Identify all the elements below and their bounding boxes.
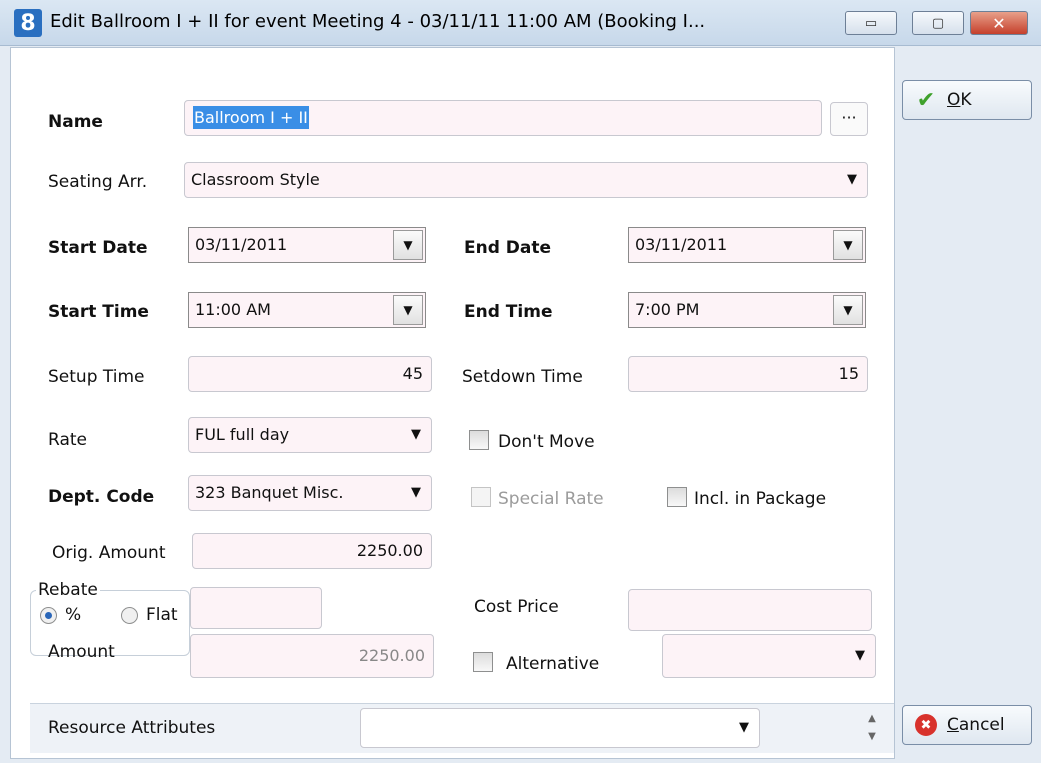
chevron-down-icon: ▼ [843, 238, 853, 252]
start-time-value: 11:00 AM [195, 300, 271, 319]
alternative-select[interactable]: ▼ [662, 634, 876, 678]
start-time-dropdown-button[interactable]: ▼ [393, 295, 423, 325]
resource-attributes-select[interactable]: ▼ [360, 708, 760, 748]
incl-package-label: Incl. in Package [694, 489, 827, 509]
dept-code-value: 323 Banquet Misc. [195, 483, 344, 502]
rebate-label: Rebate [36, 580, 100, 600]
title-bar[interactable]: 8 Edit Ballroom I + II for event Meeting… [0, 0, 1041, 46]
start-date-dropdown-button[interactable]: ▼ [393, 230, 423, 260]
minimize-button[interactable]: ▭ [845, 11, 897, 35]
alternative-label: Alternative [506, 654, 600, 674]
window-title: Edit Ballroom I + II for event Meeting 4… [50, 11, 706, 32]
app-icon: 8 [14, 9, 42, 37]
ok-button[interactable]: ✔ OK [902, 80, 1032, 120]
dept-code-select[interactable]: 323 Banquet Misc. ▼ [188, 475, 432, 511]
orig-amount-field[interactable]: 2250.00 [192, 533, 432, 569]
maximize-button[interactable]: ▢ [912, 11, 964, 35]
end-date-value: 03/11/2011 [635, 235, 728, 254]
orig-amount-label: Orig. Amount [52, 543, 166, 563]
maximize-icon: ▢ [931, 15, 945, 31]
chevron-down-icon: ▼ [843, 303, 853, 317]
seating-select[interactable]: Classroom Style ▼ [184, 162, 868, 198]
dont-move-checkbox[interactable] [469, 430, 489, 450]
cost-price-field[interactable] [628, 589, 872, 631]
special-rate-label: Special Rate [498, 489, 604, 509]
dont-move-label: Don't Move [498, 432, 595, 452]
setdown-time-field[interactable]: 15 [628, 356, 868, 392]
chevron-down-icon: ▼ [847, 172, 857, 187]
incl-package-checkbox[interactable] [667, 487, 687, 507]
spin-down-icon[interactable]: ▼ [862, 728, 882, 746]
rebate-field[interactable] [190, 587, 322, 629]
end-date-label: End Date [464, 238, 552, 258]
resource-attributes-label: Resource Attributes [48, 718, 216, 738]
start-date-value: 03/11/2011 [195, 235, 288, 254]
close-icon: ✕ [992, 13, 1006, 33]
amount-label: Amount [48, 642, 115, 662]
cancel-label: Cancel [947, 715, 1005, 735]
start-time-picker[interactable]: 11:00 AM ▼ [188, 292, 426, 328]
minimize-icon: ▭ [864, 15, 878, 31]
end-time-picker[interactable]: 7:00 PM ▼ [628, 292, 866, 328]
special-rate-checkbox[interactable] [471, 487, 491, 507]
end-time-label: End Time [464, 302, 553, 322]
start-time-label: Start Time [48, 302, 149, 322]
setdown-time-label: Setdown Time [462, 367, 583, 387]
rate-select[interactable]: FUL full day ▼ [188, 417, 432, 453]
setup-time-field[interactable]: 45 [188, 356, 432, 392]
rate-label: Rate [48, 430, 87, 450]
end-time-value: 7:00 PM [635, 300, 700, 319]
cancel-button[interactable]: ✖ Cancel [902, 705, 1032, 745]
rate-value: FUL full day [195, 425, 290, 444]
start-date-label: Start Date [48, 238, 148, 258]
start-date-picker[interactable]: 03/11/2011 ▼ [188, 227, 426, 263]
chevron-down-icon: ▼ [403, 303, 413, 317]
end-date-picker[interactable]: 03/11/2011 ▼ [628, 227, 866, 263]
seating-label: Seating Arr. [48, 172, 148, 192]
resource-attributes-spinner[interactable]: ▲ ▼ [862, 710, 882, 750]
ellipsis-icon: ··· [841, 108, 857, 127]
alternative-checkbox[interactable] [473, 652, 493, 672]
name-browse-button[interactable]: ··· [830, 102, 868, 136]
chevron-down-icon: ▼ [411, 427, 421, 442]
close-button[interactable]: ✕ [970, 11, 1028, 35]
spin-up-icon[interactable]: ▲ [862, 710, 882, 728]
chevron-down-icon: ▼ [403, 238, 413, 252]
chevron-down-icon: ▼ [855, 648, 865, 663]
amount-field: 2250.00 [190, 634, 434, 678]
rebate-flat-label: Flat [146, 605, 178, 625]
name-field[interactable]: Ballroom I + II [184, 100, 822, 136]
name-label: Name [48, 112, 103, 132]
setup-time-label: Setup Time [48, 367, 145, 387]
dept-code-label: Dept. Code [48, 487, 155, 507]
cost-price-label: Cost Price [474, 597, 559, 617]
edit-resource-dialog: 8 Edit Ballroom I + II for event Meeting… [0, 0, 1041, 763]
rebate-percent-label: % [65, 605, 82, 625]
checkmark-icon: ✔ [916, 87, 936, 113]
cancel-icon: ✖ [915, 714, 937, 736]
button-panel [895, 47, 1041, 759]
ok-label: OK [947, 90, 972, 110]
end-time-dropdown-button[interactable]: ▼ [833, 295, 863, 325]
chevron-down-icon: ▼ [411, 485, 421, 500]
rebate-flat-radio[interactable] [121, 607, 138, 624]
rebate-percent-radio[interactable] [40, 607, 57, 624]
seating-value: Classroom Style [191, 170, 320, 189]
end-date-dropdown-button[interactable]: ▼ [833, 230, 863, 260]
name-value: Ballroom I + II [193, 106, 309, 129]
chevron-down-icon: ▼ [739, 720, 749, 735]
